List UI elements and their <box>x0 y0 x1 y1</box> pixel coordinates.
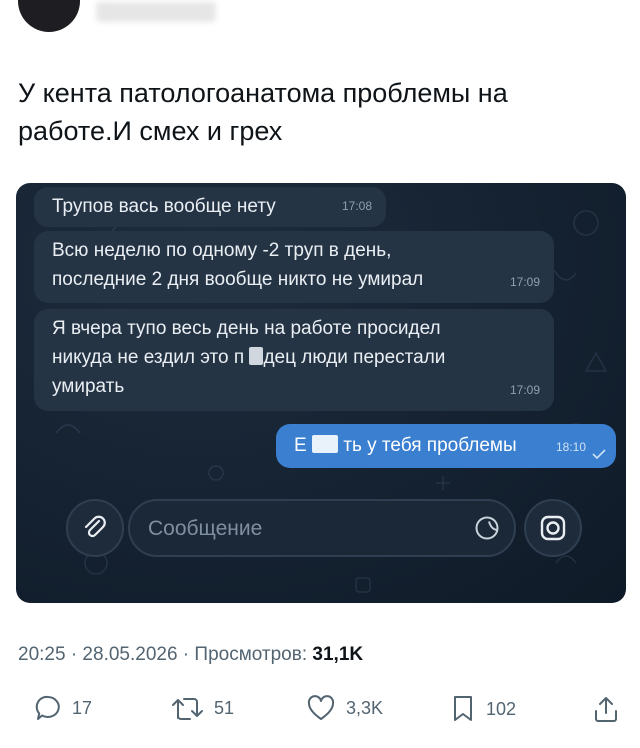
message-text-part: ть у тебя проблемы <box>343 435 517 456</box>
message-bubble-incoming[interactable]: Всю неделю по одному -2 труп в день, пос… <box>34 231 554 303</box>
share-button[interactable] <box>592 694 620 724</box>
like-count: 3,3K <box>346 697 384 718</box>
avatar[interactable] <box>18 0 80 32</box>
like-button[interactable]: 3,3K <box>306 694 383 722</box>
author-name-blurred[interactable] <box>96 2 216 22</box>
timestamp[interactable]: 20:25 · 28.05.2026 · Просмотров: <box>18 644 312 665</box>
camera-button[interactable] <box>524 499 582 557</box>
message-text-line: Всю неделю по одному -2 труп в день, <box>52 240 392 261</box>
paperclip-icon <box>84 515 106 538</box>
attach-button[interactable] <box>66 499 124 557</box>
message-text-part: Е <box>294 435 307 456</box>
share-icon <box>595 697 617 722</box>
bookmark-count: 102 <box>486 698 517 719</box>
camera-icon <box>540 515 566 541</box>
message-text-line: Я вчера тупо весь день на работе просиде… <box>52 318 441 339</box>
read-check-icon <box>592 449 606 459</box>
message-bubble-incoming[interactable]: Трупов вась вообще нету 17:08 <box>34 187 386 227</box>
message-time: 17:08 <box>341 199 372 213</box>
chat-screenshot: Трупов вась вообще нету 17:08 Всю неделю… <box>16 183 626 603</box>
message-text-line: никуда не ездил это п дец люди перестали <box>52 343 538 372</box>
repost-icon <box>172 698 203 720</box>
message-input-placeholder: Сообщение <box>148 517 263 540</box>
censor-mark <box>311 435 338 453</box>
bookmark-button[interactable]: 102 <box>450 694 516 724</box>
censor-mark <box>249 347 264 365</box>
message-text-part: никуда не ездил это п <box>52 347 245 368</box>
repost-button[interactable]: 51 <box>170 694 234 722</box>
message-text-line: умирать <box>52 376 125 397</box>
reply-count: 17 <box>72 697 93 718</box>
message-input[interactable]: Сообщение <box>128 499 516 557</box>
message-time: 18:10 <box>555 440 586 454</box>
message-text-line: последние 2 дня вообще никто не умирал <box>52 269 424 290</box>
bookmark-icon <box>454 696 472 721</box>
action-bar: 17 51 3,3K 102 <box>0 694 640 734</box>
message-bubble-outgoing[interactable]: Е ть у тебя проблемы 18:10 <box>276 424 616 468</box>
reply-button[interactable]: 17 <box>34 694 92 722</box>
message-text: Трупов вась вообще нету <box>52 196 276 217</box>
tweet-text: У кента патологоанатома проблемы на рабо… <box>18 78 508 146</box>
heart-icon <box>307 695 335 720</box>
repost-count: 51 <box>214 697 235 718</box>
message-time: 17:09 <box>509 275 540 289</box>
tweet-meta: 20:25 · 28.05.2026 · Просмотров: 31,1K <box>18 644 363 666</box>
message-time: 17:09 <box>509 383 540 397</box>
view-count: 31,1K <box>312 644 364 665</box>
message-text-part: дец люди перестали <box>263 347 446 368</box>
reply-icon <box>35 695 60 720</box>
sticker-icon[interactable] <box>474 515 500 541</box>
message-bubble-incoming[interactable]: Я вчера тупо весь день на работе просиде… <box>34 309 554 411</box>
